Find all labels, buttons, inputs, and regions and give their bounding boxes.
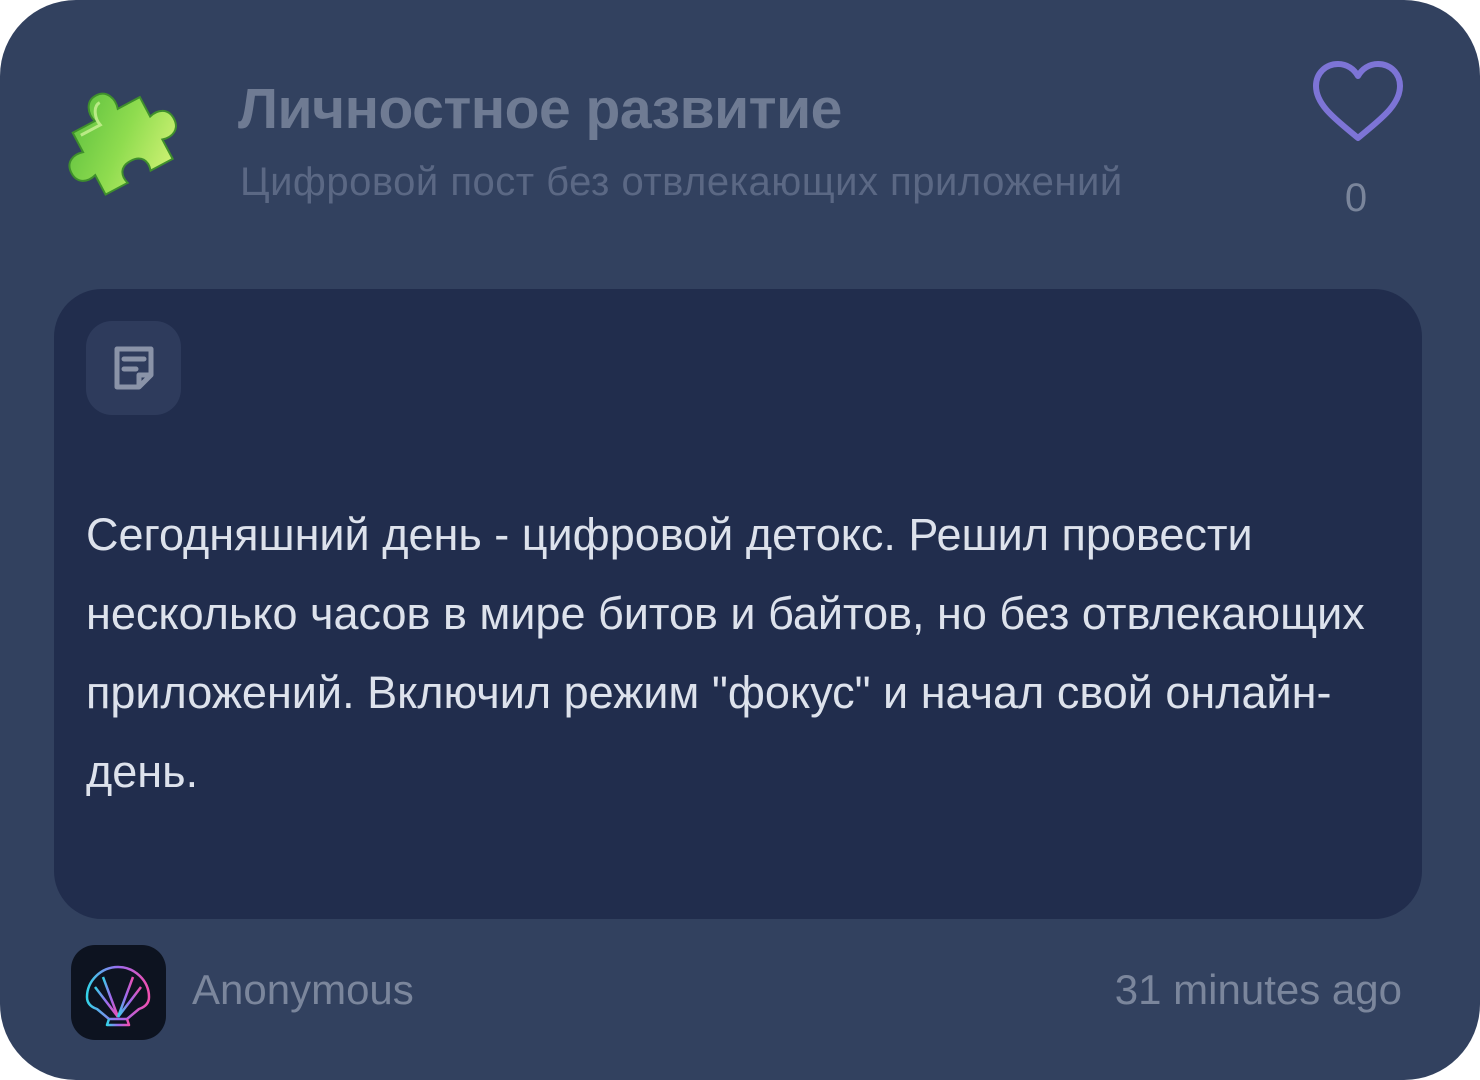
like-count: 0 <box>1344 176 1368 220</box>
author-name: Anonymous <box>192 966 414 1013</box>
post-body: Сегодняшний день - цифровой детокс. Реши… <box>86 509 1365 797</box>
post-subtitle: Цифровой пост без отвлекающих приложений <box>240 160 1123 204</box>
avatar[interactable] <box>71 945 166 1040</box>
post-content: Сегодняшний день - цифровой детокс. Реши… <box>54 289 1422 919</box>
heart-icon <box>1313 61 1403 141</box>
note-badge <box>86 321 181 415</box>
post-timestamp: 31 minutes ago <box>1114 966 1402 1013</box>
like-button[interactable] <box>1308 58 1408 148</box>
note-icon <box>114 346 154 390</box>
category-title: Личностное развитие <box>238 77 842 141</box>
puzzle-piece-icon <box>50 72 186 202</box>
seashell-icon <box>85 965 151 1027</box>
post-card[interactable]: Личностное развитие Цифровой пост без от… <box>0 0 1480 1080</box>
